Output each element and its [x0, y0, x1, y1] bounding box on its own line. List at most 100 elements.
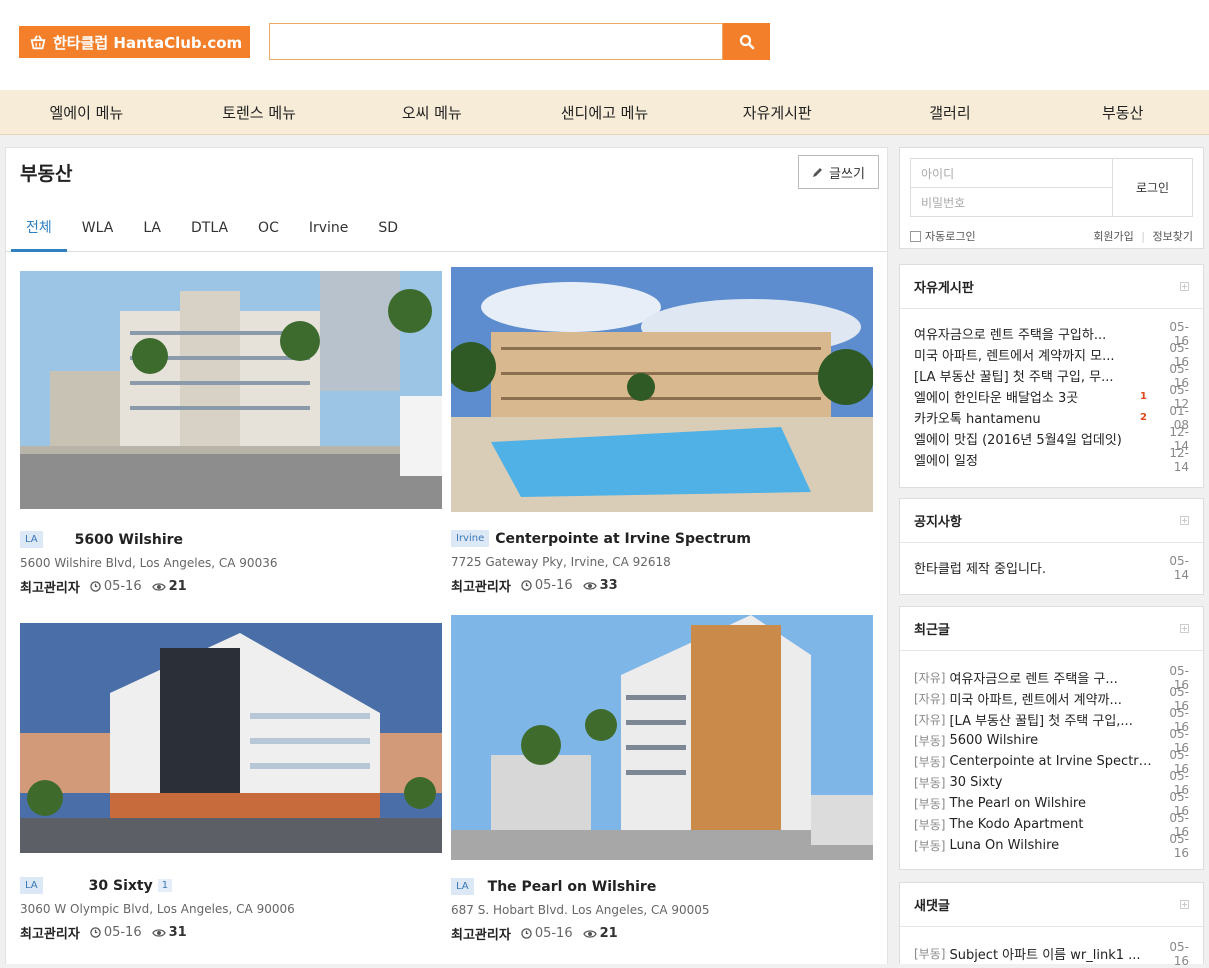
item-title[interactable]: 엘에이 일정	[914, 450, 1155, 469]
more-icon[interactable]	[1180, 900, 1189, 909]
item-title[interactable]: The Kodo Apartment	[949, 817, 1155, 832]
listing-author[interactable]: 최고관리자	[451, 924, 511, 943]
list-item[interactable]: [자유] 여유자금으로 렌트 주택을 구... 05-16	[914, 664, 1189, 692]
category-badge[interactable]: Irvine	[451, 530, 490, 547]
item-title[interactable]: 30 Sixty	[949, 775, 1155, 790]
list-item[interactable]: [부동] 30 Sixty 05-16	[914, 769, 1189, 797]
listing-title[interactable]: 30 Sixty	[89, 878, 153, 894]
category-badge[interactable]: LA	[20, 531, 43, 548]
more-icon[interactable]	[1180, 624, 1189, 633]
item-title[interactable]: 한타클럽 제작 중입니다.	[914, 558, 1155, 577]
auto-login-checkbox[interactable]: 자동로그인	[910, 228, 976, 244]
list-item[interactable]: [자유] [LA 부동산 꿀팁] 첫 주택 구입,... 05-16	[914, 706, 1189, 734]
listing-photo[interactable]	[20, 271, 442, 509]
tab-irvine[interactable]: Irvine	[294, 204, 364, 252]
nav-item-sandiego[interactable]: 샌디에고 메뉴	[518, 90, 691, 134]
write-button[interactable]: 글쓰기	[798, 155, 879, 189]
tab-all[interactable]: 전체	[11, 204, 67, 252]
auto-login-label: 자동로그인	[925, 230, 976, 243]
item-title[interactable]: 카카오톡 hantamenu	[914, 408, 1136, 427]
listing-date: 05-16	[521, 578, 573, 593]
item-title[interactable]: 엘에이 한인타운 배달업소 3곳	[914, 387, 1136, 406]
nav-item-oc[interactable]: 오씨 메뉴	[345, 90, 518, 134]
nav-item-torrance[interactable]: 토렌스 메뉴	[173, 90, 346, 134]
list-item[interactable]: 카카오톡 hantamenu 2 01-08	[914, 404, 1189, 432]
nav-item-realestate[interactable]: 부동산	[1036, 90, 1209, 134]
checkbox-icon[interactable]	[910, 230, 921, 242]
category-badge[interactable]: LA	[451, 878, 474, 895]
listing-card[interactable]: LA The Pearl on Wilshire 687 S. Hobart B…	[451, 615, 873, 943]
item-title[interactable]: Luna On Wilshire	[949, 838, 1155, 853]
list-item[interactable]: 한타클럽 제작 중입니다. 05-14	[914, 554, 1189, 582]
listing-card[interactable]: LA 30 Sixty 1 3060 W Olympic Blvd, Los A…	[20, 623, 442, 942]
item-title[interactable]: 여유자금으로 렌트 주택을 구...	[949, 668, 1155, 687]
login-button[interactable]: 로그인	[1112, 158, 1193, 217]
list-item[interactable]: [LA 부동산 꿀팁] 첫 주택 구입, 무... 05-16	[914, 362, 1189, 390]
widget-title[interactable]: 자유게시판	[914, 277, 974, 296]
listing-photo[interactable]	[451, 267, 873, 512]
search-button[interactable]	[723, 23, 770, 60]
nav-item-gallery[interactable]: 갤러리	[864, 90, 1037, 134]
password-field[interactable]: 비밀번호	[911, 188, 1112, 217]
logo-text: 한타클럽 HantaClub.com	[53, 33, 243, 52]
list-item[interactable]: 미국 아파트, 렌트에서 계약까지 모... 05-16	[914, 341, 1189, 369]
listing-photo[interactable]	[20, 623, 442, 853]
list-item[interactable]: [부동] The Kodo Apartment 05-16	[914, 811, 1189, 839]
item-title[interactable]: 여유자금으로 렌트 주택을 구입하...	[914, 324, 1155, 343]
widget-title[interactable]: 최근글	[914, 619, 950, 638]
listing-author[interactable]: 최고관리자	[20, 923, 80, 942]
item-title[interactable]: 엘에이 맛집 (2016년 5월4일 업데잇)	[914, 429, 1155, 448]
list-item[interactable]: 여유자금으로 렌트 주택을 구입하... 05-16	[914, 320, 1189, 348]
widget-title[interactable]: 공지사항	[914, 511, 962, 530]
more-icon[interactable]	[1180, 282, 1189, 291]
widget-header: 최근글	[900, 607, 1203, 651]
listing-title[interactable]: Centerpointe at Irvine Spectrum	[495, 531, 751, 547]
list-item[interactable]: [부동] Centerpointe at Irvine Spectrum 05-16	[914, 748, 1189, 776]
list-item[interactable]: 엘에이 일정 12-14	[914, 446, 1189, 474]
listing-author[interactable]: 최고관리자	[451, 576, 511, 595]
join-link[interactable]: 회원가입	[1093, 230, 1133, 243]
tab-wla[interactable]: WLA	[67, 204, 129, 252]
listing-title[interactable]: 5600 Wilshire	[75, 532, 183, 548]
list-item[interactable]: [부동] The Pearl on Wilshire 05-16	[914, 790, 1189, 818]
widget-title[interactable]: 새댓글	[914, 895, 950, 914]
tab-oc[interactable]: OC	[243, 204, 294, 252]
list-item[interactable]: [자유] 미국 아파트, 렌트에서 계약까... 05-16	[914, 685, 1189, 713]
item-title[interactable]: Centerpointe at Irvine Spectrum	[949, 754, 1155, 769]
listing-title-row: LA 30 Sixty 1	[20, 877, 442, 894]
item-title[interactable]: 미국 아파트, 렌트에서 계약까...	[949, 689, 1155, 708]
item-title[interactable]: [LA 부동산 꿀팁] 첫 주택 구입,...	[949, 710, 1155, 729]
tab-dtla[interactable]: DTLA	[176, 204, 243, 252]
list-item[interactable]: [부동] Subject 아파트 이름 wr_link1 ... 05-16	[914, 940, 1189, 968]
listing-author[interactable]: 최고관리자	[20, 577, 80, 596]
tab-la[interactable]: LA	[128, 204, 176, 252]
listing-card[interactable]: Irvine Centerpointe at Irvine Spectrum 7…	[451, 267, 873, 595]
find-info-link[interactable]: 정보찾기	[1153, 230, 1193, 243]
listing-title[interactable]: The Pearl on Wilshire	[488, 879, 657, 895]
list-item[interactable]: 엘에이 한인타운 배달업소 3곳 1 05-12	[914, 383, 1189, 411]
listing-photo[interactable]	[451, 615, 873, 860]
new-comments-widget: 새댓글 [부동] Subject 아파트 이름 wr_link1 ... 05-16	[899, 882, 1204, 968]
listing-views: 21	[582, 926, 618, 941]
nav-item-la[interactable]: 엘에이 메뉴	[0, 90, 173, 134]
item-date: 12-14	[1169, 445, 1189, 474]
more-icon[interactable]	[1180, 516, 1189, 525]
tab-sd[interactable]: SD	[363, 204, 413, 252]
write-button-label: 글쓰기	[829, 166, 865, 182]
item-title[interactable]: The Pearl on Wilshire	[949, 796, 1155, 811]
site-logo[interactable]: 한타클럽 HantaClub.com	[19, 26, 250, 58]
item-title[interactable]: [LA 부동산 꿀팁] 첫 주택 구입, 무...	[914, 366, 1155, 385]
id-field[interactable]: 아이디	[911, 159, 1112, 188]
item-date: 05-14	[1169, 553, 1189, 582]
pencil-icon	[813, 168, 823, 177]
item-title[interactable]: 5600 Wilshire	[949, 733, 1155, 748]
item-title[interactable]: 미국 아파트, 렌트에서 계약까지 모...	[914, 345, 1155, 364]
category-badge[interactable]: LA	[20, 877, 43, 894]
listing-card[interactable]: LA 5600 Wilshire 5600 Wilshire Blvd, Los…	[20, 271, 442, 596]
list-item[interactable]: [부동] 5600 Wilshire 05-16	[914, 727, 1189, 755]
list-item[interactable]: 엘에이 맛집 (2016년 5월4일 업데잇) 12-14	[914, 425, 1189, 453]
list-item[interactable]: [부동] Luna On Wilshire 05-16	[914, 832, 1189, 860]
item-title[interactable]: Subject 아파트 이름 wr_link1 ...	[949, 944, 1155, 963]
nav-item-free-board[interactable]: 자유게시판	[691, 90, 864, 134]
search-input[interactable]	[269, 23, 723, 60]
